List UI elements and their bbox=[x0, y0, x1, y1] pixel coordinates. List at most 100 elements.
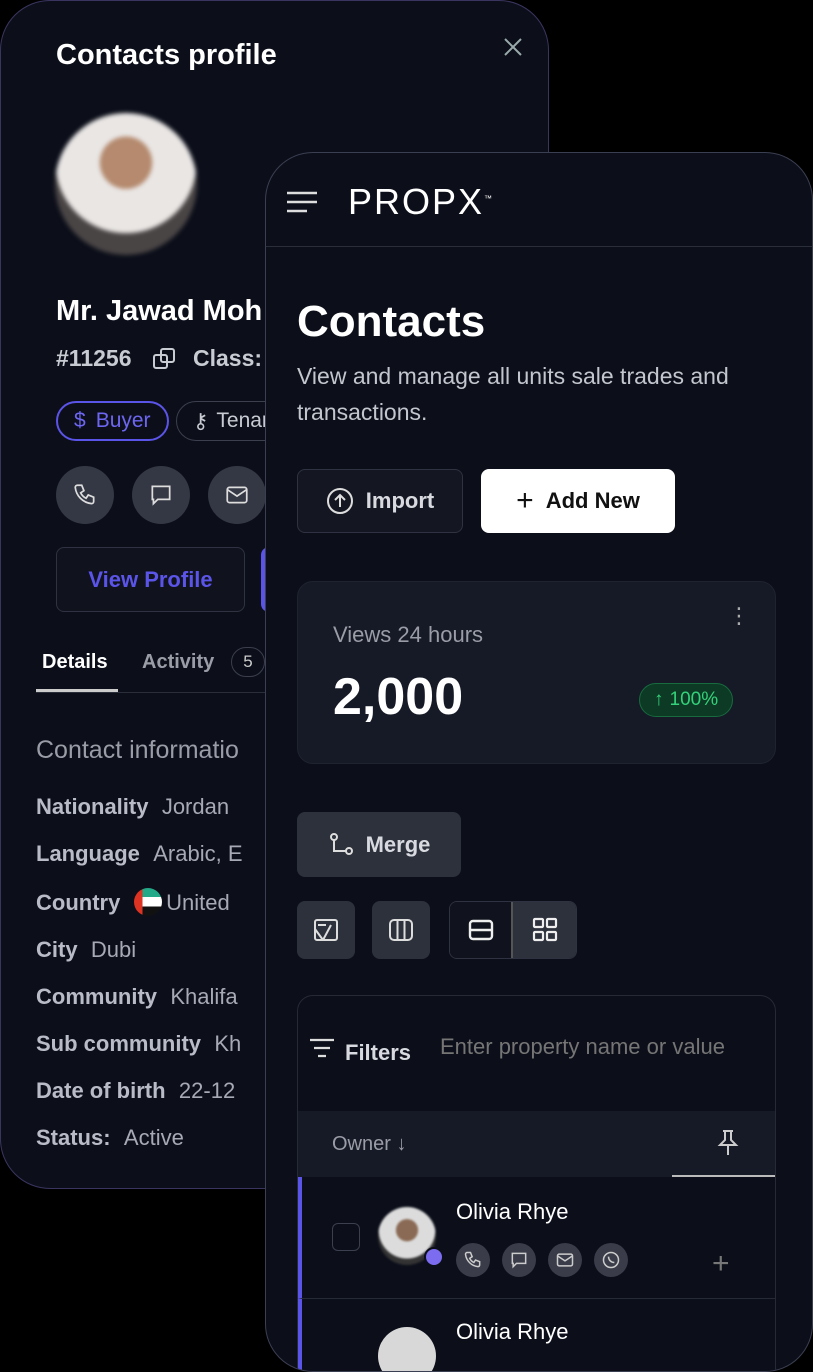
detail-label: Country bbox=[36, 890, 121, 915]
sort-down-icon: ↓ bbox=[396, 1133, 407, 1155]
class-label: Class: bbox=[193, 345, 263, 371]
message-button[interactable] bbox=[132, 466, 190, 524]
detail-label: Sub community bbox=[36, 1031, 202, 1056]
row-actions bbox=[456, 1243, 640, 1277]
add-new-button[interactable]: + Add New bbox=[481, 469, 675, 533]
detail-row: City Dubi bbox=[36, 937, 243, 963]
chat-icon bbox=[151, 485, 171, 506]
stat-label: Views 24 hours bbox=[333, 622, 484, 647]
import-label: Import bbox=[365, 488, 435, 513]
email-button[interactable] bbox=[208, 466, 266, 524]
avatar bbox=[55, 113, 197, 255]
detail-value: Jordan bbox=[161, 794, 230, 819]
details-list: Nationality Jordan Language Arabic, E Co… bbox=[36, 794, 243, 1151]
propx-logo: PROPX™ bbox=[348, 181, 495, 222]
columns-icon bbox=[389, 919, 413, 941]
filter-search-input[interactable] bbox=[440, 1034, 770, 1060]
uae-flag-icon bbox=[133, 888, 162, 916]
owner-avatar bbox=[378, 1327, 436, 1371]
view-toggle-group bbox=[449, 901, 577, 959]
list-view-button[interactable] bbox=[450, 902, 513, 958]
phone-icon bbox=[74, 484, 95, 505]
contact-name: Mr. Jawad Moh bbox=[56, 295, 263, 327]
whatsapp-icon[interactable] bbox=[594, 1243, 628, 1277]
detail-label: Date of birth bbox=[36, 1078, 166, 1103]
filters-label[interactable]: Filters bbox=[345, 1040, 411, 1066]
tag-label: Tenar bbox=[216, 409, 269, 432]
detail-label: Nationality bbox=[36, 794, 149, 819]
tab-activity[interactable]: Activity bbox=[142, 651, 214, 674]
page-title: Contacts bbox=[297, 297, 486, 346]
detail-row: Country United bbox=[36, 888, 243, 916]
detail-value: Khalifa bbox=[170, 984, 238, 1009]
filter-icon[interactable] bbox=[310, 1038, 334, 1063]
upload-icon bbox=[326, 488, 353, 514]
stat-card: Views 24 hours ⋮ 2,000 ↑ 100% bbox=[297, 581, 776, 764]
more-options-icon[interactable]: ⋮ bbox=[728, 605, 750, 627]
panel-title: Contacts profile bbox=[56, 39, 277, 71]
merge-button[interactable]: Merge bbox=[297, 812, 461, 877]
table-header: Owner ↓ bbox=[298, 1111, 775, 1177]
detail-row: Language Arabic, E bbox=[36, 841, 243, 867]
copy-icon[interactable] bbox=[151, 345, 179, 378]
column-owner[interactable]: Owner ↓ bbox=[332, 1133, 406, 1156]
list-icon bbox=[468, 919, 493, 941]
chat-icon[interactable] bbox=[502, 1243, 536, 1277]
detail-value: Dubi bbox=[90, 937, 137, 962]
detail-label: Language bbox=[36, 841, 140, 866]
menu-icon[interactable] bbox=[287, 191, 317, 218]
detail-row: Date of birth 22-12 bbox=[36, 1078, 243, 1104]
dollar-icon: $ bbox=[74, 409, 86, 432]
close-icon[interactable] bbox=[501, 35, 525, 64]
chart-icon bbox=[314, 919, 338, 941]
table-row[interactable]: Olivia Rhye bbox=[298, 1299, 775, 1371]
view-profile-button[interactable]: View Profile bbox=[56, 547, 245, 612]
section-title: Contact informatio bbox=[36, 736, 239, 764]
stat-value: 2,000 bbox=[333, 668, 464, 726]
detail-row: Status: Active bbox=[36, 1125, 243, 1151]
header-divider bbox=[266, 246, 812, 247]
add-new-label: Add New bbox=[545, 488, 640, 513]
detail-value: United bbox=[166, 890, 230, 915]
detail-value: Active bbox=[123, 1125, 184, 1150]
tag-label: Buyer bbox=[95, 409, 151, 432]
merge-icon bbox=[329, 832, 353, 855]
row-checkbox[interactable] bbox=[332, 1223, 360, 1251]
merge-label: Merge bbox=[365, 831, 431, 857]
tab-divider bbox=[36, 692, 276, 693]
detail-row: Sub community Kh bbox=[36, 1031, 243, 1057]
grid-view-button[interactable] bbox=[513, 902, 576, 958]
plus-icon: + bbox=[516, 484, 534, 517]
chart-view-button[interactable] bbox=[297, 901, 355, 959]
import-button[interactable]: Import bbox=[297, 469, 463, 533]
change-value: 100% bbox=[669, 689, 719, 710]
grid-icon bbox=[532, 917, 557, 942]
contacts-table: Filters Owner ↓ Olivia Rhye + Olivia Rhy… bbox=[297, 995, 776, 1371]
change-badge: ↑ 100% bbox=[639, 683, 734, 717]
phone-icon[interactable] bbox=[456, 1243, 490, 1277]
page-subtitle: View and manage all units sale trades an… bbox=[297, 363, 729, 425]
add-icon[interactable]: + bbox=[712, 1247, 730, 1281]
arrow-up-icon: ↑ bbox=[654, 689, 664, 710]
detail-row: Nationality Jordan bbox=[36, 794, 243, 820]
detail-label: City bbox=[36, 937, 78, 962]
owner-name: Olivia Rhye bbox=[456, 1199, 569, 1224]
call-button[interactable] bbox=[56, 466, 114, 524]
status-badge bbox=[424, 1247, 444, 1267]
detail-label: Community bbox=[36, 984, 157, 1009]
table-row[interactable]: Olivia Rhye + bbox=[298, 1177, 775, 1299]
detail-label: Status: bbox=[36, 1125, 111, 1150]
detail-value: Arabic, E bbox=[153, 841, 243, 866]
pin-icon[interactable] bbox=[716, 1129, 740, 1162]
mail-icon[interactable] bbox=[548, 1243, 582, 1277]
mail-icon bbox=[226, 486, 248, 504]
owner-name: Olivia Rhye bbox=[456, 1319, 569, 1344]
activity-count-badge: 5 bbox=[231, 647, 265, 677]
contacts-app-panel: PROPX™ Contacts View and manage all unit… bbox=[265, 152, 813, 1372]
detail-value: Kh bbox=[214, 1031, 242, 1056]
tab-details[interactable]: Details bbox=[42, 651, 108, 674]
contact-id: #11256 bbox=[56, 345, 132, 371]
columns-view-button[interactable] bbox=[372, 901, 430, 959]
tag-buyer[interactable]: $ Buyer bbox=[56, 401, 169, 441]
detail-row: Community Khalifa bbox=[36, 984, 243, 1010]
